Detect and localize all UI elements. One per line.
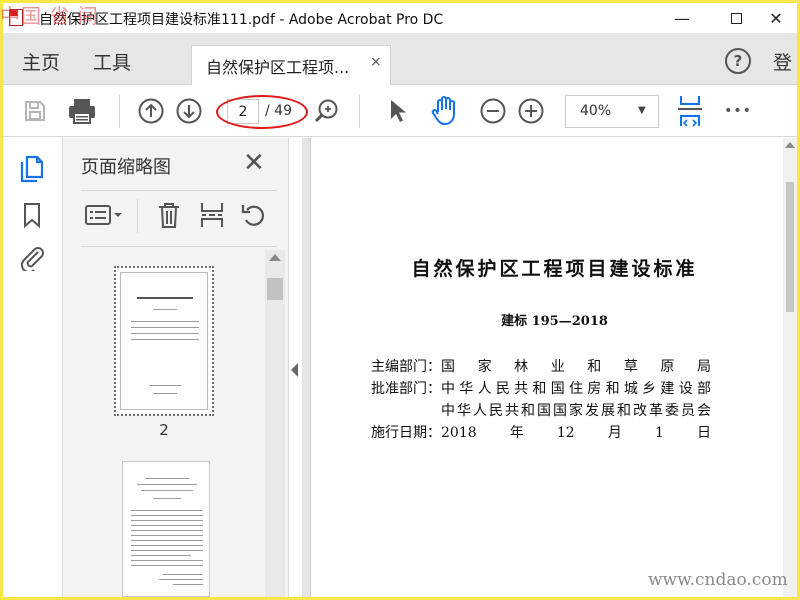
document-scrollbar[interactable] xyxy=(783,138,797,597)
document-code: 建标 195—2018 xyxy=(501,314,608,329)
zoom-search-button[interactable] xyxy=(311,96,341,126)
watermark-bottom: www.cndao.com xyxy=(648,570,788,590)
info-value: 国家林业和草原局 xyxy=(441,359,711,375)
tab-document[interactable]: 自然保护区工程项... × xyxy=(191,45,391,85)
attachments-button[interactable] xyxy=(17,242,47,272)
scroll-up-arrow-icon[interactable] xyxy=(785,142,795,148)
info-row: 批准部门： 中华人民共和国住房和城乡建设部 xyxy=(371,378,711,398)
main-toolbar: / 49 xyxy=(3,85,797,137)
info-value: 中华人民共和国住房和城乡建设部 xyxy=(441,381,711,397)
minimize-icon: — xyxy=(674,8,690,28)
zoom-out-button[interactable] xyxy=(479,97,507,125)
close-window-button[interactable]: ✕ xyxy=(753,3,797,33)
chevron-down-icon: ▼ xyxy=(638,105,646,116)
arrow-down-circle-icon xyxy=(176,98,202,124)
delete-page-button[interactable] xyxy=(155,200,183,230)
save-icon xyxy=(25,101,45,121)
info-label: 批准部门： xyxy=(371,381,441,397)
trash-icon xyxy=(159,203,179,228)
arrow-up-circle-icon xyxy=(138,98,164,124)
page-thumbnails-button[interactable] xyxy=(17,154,47,184)
cursor-arrow-icon xyxy=(391,100,406,122)
page-display-mode-button[interactable] xyxy=(675,93,705,129)
info-row: 主编部门： 国家林业和草原局 xyxy=(371,356,711,376)
paperclip-icon xyxy=(20,247,44,271)
fit-page-scroll-icon xyxy=(678,96,702,127)
info-label: 施行日期： xyxy=(371,425,441,441)
scrollbar-thumb[interactable] xyxy=(786,182,794,312)
window-title: 自然保护区工程项目建设标准111.pdf - Adobe Acrobat Pro… xyxy=(39,12,444,28)
thumbnail-page-preview xyxy=(120,272,208,410)
zoom-in-button[interactable] xyxy=(517,97,545,125)
toolbar-separator xyxy=(359,94,360,128)
zoom-level-value: 40% xyxy=(580,103,612,119)
login-button[interactable]: 登 xyxy=(773,48,792,75)
document-view[interactable]: 自然保护区工程项目建设标准 建标 195—2018 主编部门： 国家林业和草原局… xyxy=(302,138,797,597)
help-button[interactable]: ? xyxy=(725,48,751,74)
maximize-icon xyxy=(730,12,742,24)
document-title: 自然保护区工程项目建设标准 xyxy=(411,258,698,280)
magnifier-icon xyxy=(314,99,338,123)
info-label: 主编部门： xyxy=(371,359,441,375)
bookmarks-button[interactable] xyxy=(17,200,47,230)
divider xyxy=(81,190,277,191)
tab-tools[interactable]: 工具 xyxy=(93,48,131,75)
divider xyxy=(81,246,277,247)
tab-home[interactable]: 主页 xyxy=(22,48,60,75)
previous-page-button[interactable] xyxy=(137,97,165,125)
pdf-page: 自然保护区工程项目建设标准 建标 195—2018 主编部门： 国家林业和草原局… xyxy=(310,138,797,597)
scroll-up-arrow-icon[interactable] xyxy=(269,254,281,261)
zoom-level-dropdown[interactable]: 40% ▼ xyxy=(565,95,659,128)
navigation-rail xyxy=(3,138,63,597)
page-thumbnails-icon xyxy=(20,155,44,183)
scrollbar-thumb[interactable] xyxy=(267,278,283,300)
more-tools-button[interactable]: ••• xyxy=(723,99,753,123)
close-icon: ✕ xyxy=(769,8,783,28)
title-bar: 自然保护区工程项目建设标准111.pdf - Adobe Acrobat Pro… xyxy=(3,3,797,33)
watermark-top: 中国 省 间 xyxy=(0,4,99,28)
plus-circle-icon xyxy=(518,98,544,124)
print-button[interactable] xyxy=(65,95,99,127)
panel-title: 页面缩略图 xyxy=(81,157,171,178)
info-value: 中华人民共和国国家发展和改革委员会 xyxy=(441,403,711,419)
thumbnail-page-number: 2 xyxy=(159,421,169,439)
list-options-icon xyxy=(85,205,122,225)
printer-icon xyxy=(69,99,95,124)
bookmark-icon xyxy=(24,203,40,228)
info-value: 2018年12月1日 xyxy=(441,425,711,441)
acrobat-window: 自然保护区工程项目建设标准111.pdf - Adobe Acrobat Pro… xyxy=(3,3,797,597)
thumbnail-page-3[interactable] xyxy=(122,461,210,597)
close-tab-button[interactable]: × xyxy=(370,54,382,70)
info-row: 中华人民共和国国家发展和改革委员会 xyxy=(371,400,711,420)
toolbar-separator xyxy=(119,94,120,128)
next-page-button[interactable] xyxy=(175,97,203,125)
info-row: 施行日期： 2018年12月1日 xyxy=(371,422,711,442)
rotate-icon xyxy=(241,205,265,226)
thumbnail-options-button[interactable] xyxy=(83,200,125,230)
save-button[interactable] xyxy=(21,97,49,125)
document-tab-label: 自然保护区工程项... xyxy=(206,58,350,77)
minus-circle-icon xyxy=(480,98,506,124)
panel-toolbar xyxy=(81,196,281,236)
toolbar-separator xyxy=(137,199,138,233)
minimize-button[interactable]: — xyxy=(659,3,705,33)
select-tool-button[interactable] xyxy=(385,96,411,126)
rotate-page-button[interactable] xyxy=(239,200,269,230)
collapse-panel-handle[interactable] xyxy=(291,363,298,377)
thumbnail-page-2[interactable] xyxy=(114,266,214,416)
tab-bar: 主页 工具 自然保护区工程项... × ? 登 xyxy=(3,33,797,85)
close-panel-button[interactable]: ✕ xyxy=(243,150,265,176)
insert-page-icon xyxy=(201,203,223,227)
hand-icon xyxy=(431,96,455,125)
hand-tool-button[interactable] xyxy=(429,94,461,128)
insert-page-button[interactable] xyxy=(197,200,227,230)
red-highlight-ellipse xyxy=(216,95,308,129)
thumbnails-scrollbar[interactable] xyxy=(265,250,285,597)
thumbnails-panel: 页面缩略图 ✕ 2 xyxy=(63,138,289,597)
